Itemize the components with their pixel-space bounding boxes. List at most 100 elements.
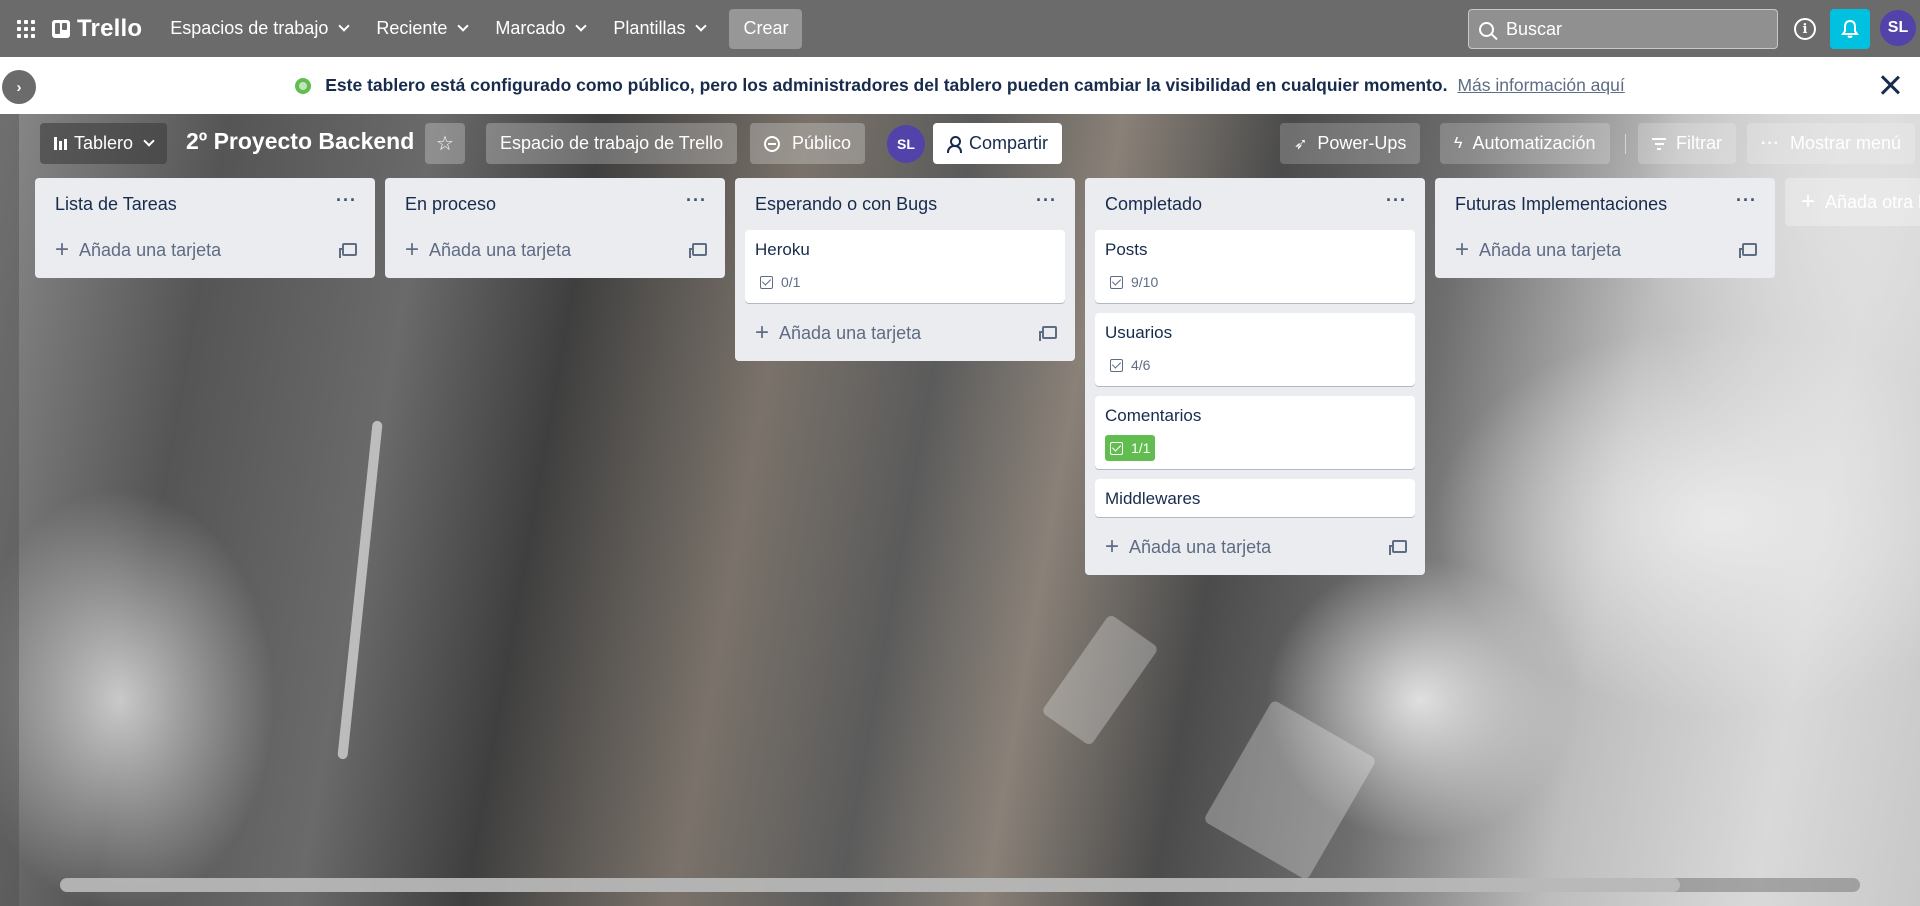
nav-starred-menu[interactable]: Marcado bbox=[481, 9, 599, 49]
card-heroku[interactable]: Heroku 0/1 bbox=[745, 230, 1065, 303]
add-card-button[interactable]: + Añada una tarjeta bbox=[45, 230, 365, 270]
nav-workspaces-menu[interactable]: Espacios de trabajo bbox=[156, 9, 362, 49]
add-list-label: Añada otra lista bbox=[1825, 191, 1920, 212]
add-person-icon bbox=[947, 135, 962, 153]
filter-label: Filtrar bbox=[1676, 133, 1722, 153]
checklist-icon bbox=[1110, 275, 1123, 289]
search-icon bbox=[1479, 21, 1494, 37]
header-divider bbox=[1625, 134, 1626, 154]
card-template-icon[interactable] bbox=[339, 243, 357, 258]
plus-icon: + bbox=[405, 236, 420, 263]
add-list-button[interactable]: + Añada otra lista bbox=[1785, 178, 1920, 226]
board-title[interactable]: 2º Proyecto Backend bbox=[186, 128, 414, 155]
add-card-label: Añada una tarjeta bbox=[429, 239, 572, 260]
checklist-badge: 9/10 bbox=[1105, 269, 1163, 295]
checklist-count: 4/6 bbox=[1131, 357, 1151, 373]
filter-icon bbox=[1652, 137, 1666, 150]
plus-icon: + bbox=[1801, 188, 1816, 215]
visibility-label: Público bbox=[792, 133, 852, 153]
search-input[interactable]: Buscar bbox=[1468, 9, 1778, 49]
close-icon[interactable] bbox=[1876, 71, 1904, 99]
visibility-button[interactable]: Público bbox=[750, 123, 866, 164]
chevron-down-icon bbox=[338, 20, 351, 32]
list-menu-dots-icon[interactable]: ··· bbox=[1736, 190, 1757, 211]
board-view-icon bbox=[54, 137, 67, 150]
show-menu-button[interactable]: ··· Mostrar menú bbox=[1747, 123, 1916, 164]
add-card-label: Añada una tarjeta bbox=[779, 322, 922, 343]
board-member-avatar[interactable]: SL bbox=[887, 125, 925, 163]
add-card-button[interactable]: + Añada una tarjeta bbox=[745, 313, 1065, 353]
checklist-badge: 4/6 bbox=[1105, 352, 1155, 378]
workspace-button[interactable]: Espacio de trabajo de Trello bbox=[486, 123, 738, 164]
share-button[interactable]: Compartir bbox=[933, 123, 1063, 164]
chevron-down-icon bbox=[457, 20, 470, 32]
star-icon: ☆ bbox=[436, 132, 454, 155]
share-label: Compartir bbox=[969, 133, 1049, 153]
card-title: Comentarios bbox=[1105, 406, 1202, 425]
card-title: Usuarios bbox=[1105, 323, 1173, 342]
plus-icon: + bbox=[1455, 236, 1470, 263]
add-card-button[interactable]: + Añada una tarjeta bbox=[1445, 230, 1765, 270]
star-board-button[interactable]: ☆ bbox=[425, 123, 465, 164]
board-view-switcher[interactable]: Tablero bbox=[40, 123, 168, 164]
scrollbar-thumb[interactable] bbox=[60, 878, 1680, 892]
banner-more-info-link[interactable]: Más información aquí bbox=[1457, 75, 1624, 96]
public-globe-icon bbox=[295, 77, 312, 94]
sidebar-collapsed bbox=[0, 114, 19, 906]
list-completado[interactable]: Completado ··· Posts 9/10 Usuarios 4/6 C… bbox=[1085, 178, 1425, 575]
nav-recent-menu[interactable]: Reciente bbox=[362, 9, 481, 49]
checklist-icon bbox=[1110, 441, 1123, 455]
card-template-icon[interactable] bbox=[1039, 326, 1057, 341]
more-dots-icon: ··· bbox=[1761, 134, 1780, 152]
list-title[interactable]: Futuras Implementaciones bbox=[1455, 194, 1667, 215]
list-title[interactable]: En proceso bbox=[405, 194, 496, 215]
list-title[interactable]: Completado bbox=[1105, 194, 1202, 215]
horizontal-scrollbar[interactable] bbox=[60, 878, 1860, 892]
filter-button[interactable]: Filtrar bbox=[1638, 123, 1736, 164]
card-middlewares[interactable]: Middlewares bbox=[1095, 479, 1415, 517]
card-template-icon[interactable] bbox=[689, 243, 707, 258]
list-title[interactable]: Lista de Tareas bbox=[55, 194, 177, 215]
create-button[interactable]: Crear bbox=[729, 8, 803, 49]
power-ups-label: Power-Ups bbox=[1317, 133, 1407, 153]
list-menu-dots-icon[interactable]: ··· bbox=[686, 190, 707, 211]
add-card-label: Añada una tarjeta bbox=[1129, 536, 1272, 557]
list-header: Lista de Tareas ··· bbox=[35, 178, 375, 230]
automation-label: Automatización bbox=[1472, 133, 1596, 153]
card-usuarios[interactable]: Usuarios 4/6 bbox=[1095, 313, 1415, 386]
nav-templates-menu[interactable]: Plantillas bbox=[599, 9, 719, 49]
list-menu-dots-icon[interactable]: ··· bbox=[1036, 190, 1057, 211]
chevron-down-icon bbox=[143, 135, 155, 147]
power-ups-button[interactable]: ➶ Power-Ups bbox=[1280, 123, 1421, 164]
board-view-label: Tablero bbox=[74, 133, 134, 153]
list-menu-dots-icon[interactable]: ··· bbox=[1386, 190, 1407, 211]
automation-button[interactable]: ϟ Automatización bbox=[1440, 123, 1610, 164]
bell-icon bbox=[1841, 19, 1859, 38]
checklist-count: 1/1 bbox=[1131, 440, 1151, 456]
info-icon[interactable]: i bbox=[1794, 18, 1816, 40]
trello-logo[interactable]: Trello bbox=[52, 15, 142, 43]
apps-grid-icon[interactable] bbox=[10, 13, 42, 45]
card-posts[interactable]: Posts 9/10 bbox=[1095, 230, 1415, 303]
user-avatar[interactable]: SL bbox=[1878, 8, 1918, 48]
list-title[interactable]: Esperando o con Bugs bbox=[755, 194, 937, 215]
card-title: Posts bbox=[1105, 240, 1148, 259]
list-futuras-implementaciones[interactable]: Futuras Implementaciones ··· + Añada una… bbox=[1435, 178, 1775, 278]
nav-recent-label: Reciente bbox=[376, 18, 448, 38]
card-template-icon[interactable] bbox=[1739, 243, 1757, 258]
card-title: Heroku bbox=[755, 240, 810, 259]
card-template-icon[interactable] bbox=[1389, 540, 1407, 555]
sidebar-expand-button[interactable]: › bbox=[2, 70, 36, 104]
visibility-banner: Este tablero está configurado como públi… bbox=[0, 57, 1920, 114]
add-card-button[interactable]: + Añada una tarjeta bbox=[1095, 527, 1415, 567]
list-lista-de-tareas[interactable]: Lista de Tareas ··· + Añada una tarjeta bbox=[35, 178, 375, 278]
card-comentarios[interactable]: Comentarios 1/1 bbox=[1095, 396, 1415, 469]
top-nav: Trello Espacios de trabajo Reciente Marc… bbox=[0, 0, 1920, 57]
add-card-button[interactable]: + Añada una tarjeta bbox=[395, 230, 715, 270]
card-title: Middlewares bbox=[1105, 489, 1201, 508]
notifications-button[interactable] bbox=[1830, 9, 1870, 49]
list-en-proceso[interactable]: En proceso ··· + Añada una tarjeta bbox=[385, 178, 725, 278]
list-menu-dots-icon[interactable]: ··· bbox=[336, 190, 357, 211]
show-menu-label: Mostrar menú bbox=[1789, 133, 1902, 153]
list-esperando-o-con-bugs[interactable]: Esperando o con Bugs ··· Heroku 0/1 + Añ… bbox=[735, 178, 1075, 361]
